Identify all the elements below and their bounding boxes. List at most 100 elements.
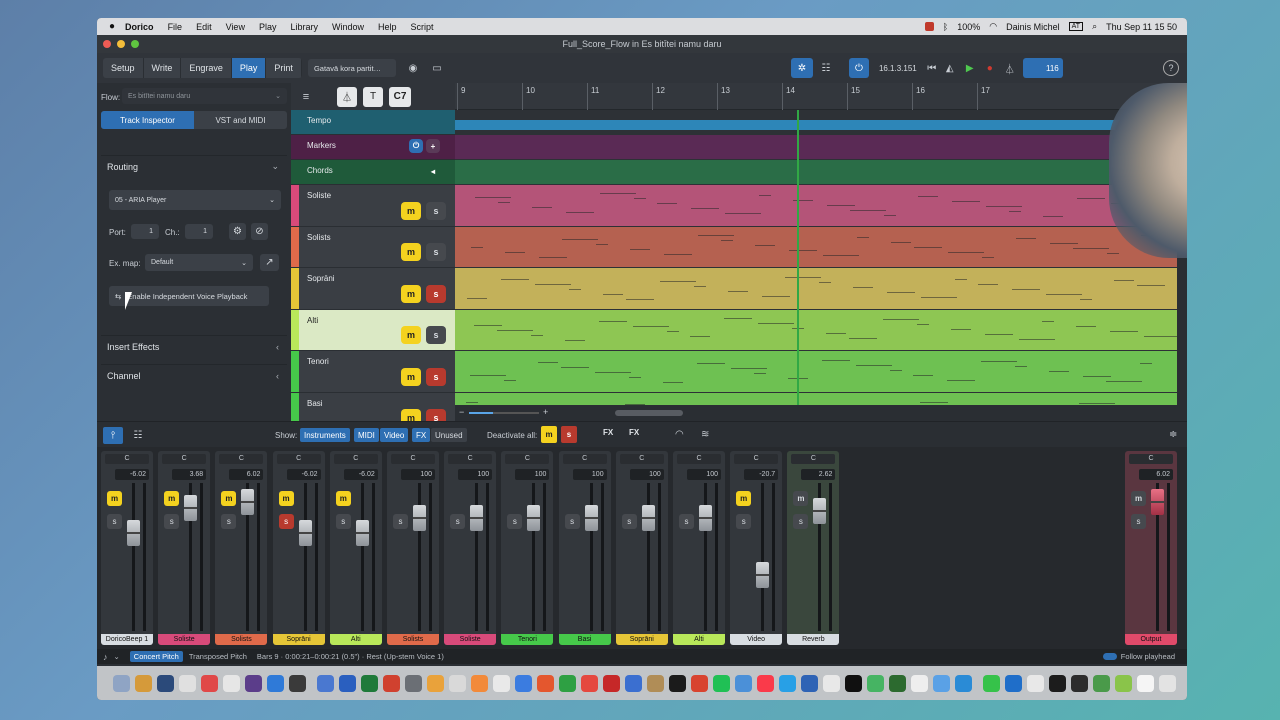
power-icon[interactable]: ⏻ [409,139,423,153]
midi-note[interactable] [565,339,585,341]
volume-fader[interactable] [127,519,140,546]
volume-fader[interactable] [813,497,827,524]
midi-note[interactable] [1009,211,1021,212]
metronome-icon[interactable]: ⏃ [1003,58,1017,78]
dock-app-icon[interactable] [867,674,884,692]
volume-fader[interactable] [527,504,541,531]
dock-app-icon[interactable] [713,674,730,692]
midi-note[interactable] [1015,366,1027,367]
dock-app-icon[interactable] [223,674,240,692]
track-mute-button[interactable]: m [401,367,421,386]
midi-note[interactable] [470,375,506,376]
dock-app-icon[interactable] [471,674,488,692]
volume-readout[interactable]: 100 [687,469,721,480]
help-icon[interactable]: ? [1163,60,1179,76]
dock-app-icon[interactable] [691,674,708,692]
midi-note[interactable] [986,206,1022,207]
bar-number[interactable]: 10 [522,83,535,110]
midi-note[interactable] [856,364,892,366]
filter-fx[interactable]: FX [412,428,431,442]
tab-track-inspector[interactable]: Track Inspector [101,111,194,129]
midi-note[interactable] [849,337,877,339]
search-icon[interactable]: ⌕ [1092,21,1097,32]
track-header-5[interactable]: Soprāni m s [291,268,455,309]
deactivate-mute-button[interactable]: m [541,426,557,443]
midi-note[interactable] [985,334,1013,335]
channel-solo-button[interactable]: s [393,514,408,529]
midi-note[interactable] [819,282,831,283]
channel-mute-button[interactable]: m [1131,491,1146,506]
volume-readout[interactable]: 100 [401,469,435,480]
dock-app-icon[interactable] [735,674,752,692]
metronome-track-icon[interactable]: ⏃ [337,86,357,107]
dock-app-icon[interactable] [757,674,774,692]
volume-readout[interactable]: -6.02 [286,469,321,480]
input-source[interactable]: AT [1068,22,1084,31]
dock-app-icon[interactable] [135,674,152,692]
midi-note[interactable] [1080,298,1092,300]
track-solo-button[interactable]: s [426,367,446,386]
menu-help[interactable]: Help [378,22,397,32]
menu-window[interactable]: Window [332,22,364,32]
dock-app-icon[interactable] [647,674,664,692]
dock-app-icon[interactable] [1071,674,1088,692]
zoom-out-icon[interactable]: − [459,407,464,417]
midi-note[interactable] [562,238,598,240]
track-lane-6[interactable] [455,309,1177,350]
dock-app-icon[interactable] [669,674,686,692]
dock-app-icon[interactable] [245,674,262,692]
midi-note[interactable] [1079,403,1115,404]
track-mute-button[interactable]: m [401,284,421,303]
track-lane-4[interactable] [455,226,1177,267]
midi-note[interactable] [1046,293,1082,295]
dock-app-icon[interactable] [405,674,422,692]
bar-number[interactable]: 9 [457,83,465,110]
dock-app-icon[interactable] [1137,674,1154,692]
volume-fader[interactable] [641,504,655,531]
track-solo-button[interactable]: s [426,326,446,345]
dock-app-icon[interactable] [625,674,642,692]
bar-number[interactable]: 17 [977,83,990,110]
track-header-0[interactable]: Tempo [291,110,455,134]
play-icon[interactable]: ▶ [963,58,977,78]
loop-icon[interactable]: ◭ [943,58,957,78]
midi-note[interactable] [657,203,677,204]
track-header-1[interactable]: Markers ⏻ + [291,135,455,159]
volume-readout[interactable]: 3.68 [172,469,207,480]
horizontal-scrollbar[interactable] [615,410,683,416]
channel-solo-button[interactable]: s [107,514,122,529]
volume-fader[interactable] [699,504,712,531]
midi-note[interactable] [920,401,948,403]
midi-note[interactable] [728,290,748,292]
pan-knob[interactable]: C [677,454,721,464]
midi-note[interactable] [850,209,886,211]
track-mute-button[interactable]: m [401,409,421,421]
gear-icon[interactable]: ⚙ [229,223,246,240]
dock-app-icon[interactable] [1005,674,1022,692]
pan-knob[interactable]: C [448,454,493,464]
channel-mute-button[interactable]: m [221,491,237,506]
playhead-position[interactable]: 16.1.3.151 [879,64,917,73]
midi-note[interactable] [955,278,967,280]
midi-note[interactable] [697,363,725,364]
volume-readout[interactable]: 100 [572,469,607,480]
pan-knob[interactable]: C [505,454,550,464]
pan-knob[interactable]: C [219,454,264,464]
dock-app-icon[interactable] [515,674,532,692]
midi-note[interactable] [539,257,567,258]
midi-note[interactable] [948,251,984,253]
midi-note[interactable] [884,214,896,216]
dome-icon[interactable]: ◠ [671,427,688,441]
midi-note[interactable] [595,371,631,373]
mixer-view-toggle-icon[interactable]: ⫯ [103,427,123,444]
track-header-6[interactable]: Alti m s [291,309,455,350]
channel-solo-button[interactable]: s [278,514,294,529]
channel-solo-button[interactable]: s [450,514,466,529]
track-lane-3[interactable] [455,185,1177,226]
add-icon[interactable]: + [426,139,440,153]
midi-note[interactable] [883,319,919,320]
midi-note[interactable] [694,285,706,287]
zoom-slider[interactable] [469,412,539,414]
dock-app-icon[interactable] [581,674,598,692]
track-header-8[interactable]: Basi m s [291,392,455,421]
